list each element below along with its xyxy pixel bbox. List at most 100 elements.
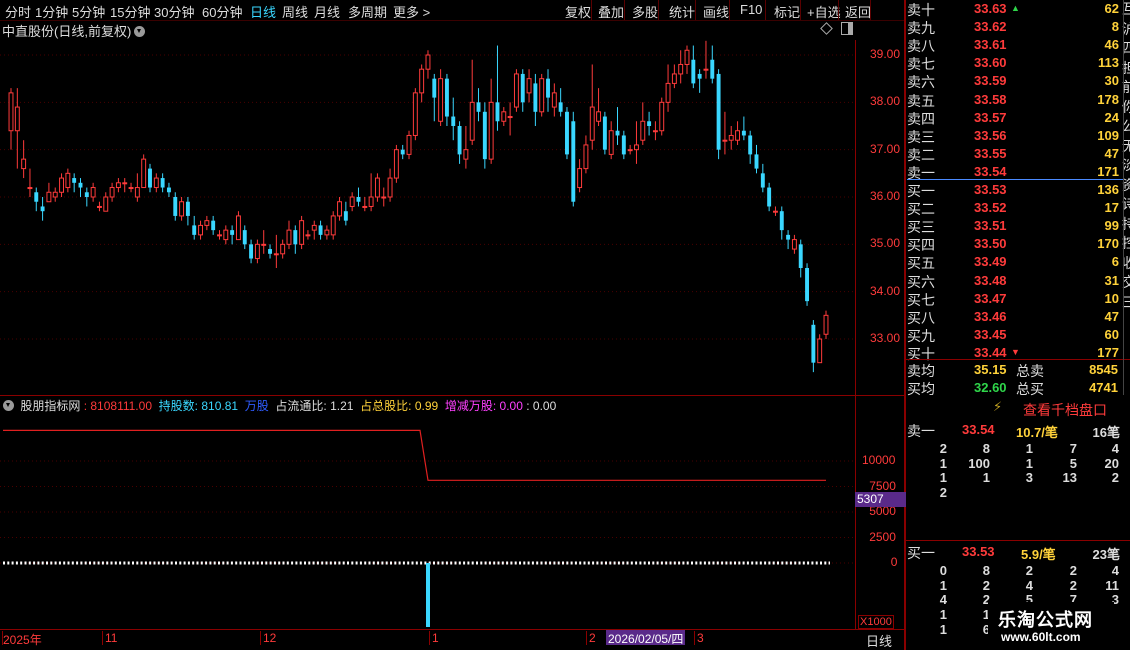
- orderbook-price: 33.54: [974, 163, 1007, 179]
- queue-order-size: 4: [1111, 441, 1119, 456]
- candle-up: [330, 215, 336, 236]
- date-jan: 1: [432, 631, 439, 645]
- period-weekly[interactable]: 周线: [282, 2, 308, 21]
- candle-up: [204, 220, 210, 226]
- indicator-header: 股朋指标网 : 8108111.00 持股数: 810.81 万股 占流通比: …: [0, 397, 556, 414]
- date-mar: 3: [697, 631, 704, 645]
- period-5min[interactable]: 5分钟: [72, 2, 105, 21]
- candle-up: [507, 116, 513, 119]
- btn-f10[interactable]: F10: [740, 2, 762, 17]
- chart-title[interactable]: 中直股份(日线,前复权): [2, 21, 146, 40]
- orderbook-buy-row[interactable]: 买四 33.50 170: [907, 235, 1123, 253]
- period-fenshi[interactable]: 分时: [5, 2, 31, 21]
- orderbook-buy-row[interactable]: 买五 33.49 6: [907, 253, 1123, 271]
- period-multi[interactable]: 多周期: [348, 2, 387, 21]
- orderbook-level-label: 卖二: [907, 146, 935, 163]
- diamond-icon[interactable]: [820, 22, 833, 35]
- orderbook-buy-row[interactable]: 买二 33.52 17: [907, 199, 1123, 217]
- period-15min[interactable]: 15分钟: [110, 2, 150, 21]
- period-more[interactable]: 更多 >: [393, 2, 430, 21]
- candle-up: [349, 196, 355, 207]
- queue-order-size: 3: [1025, 470, 1033, 486]
- candle-down: [805, 268, 810, 302]
- candle-down: [495, 102, 500, 122]
- orderbook-sell-row[interactable]: 卖九 33.62 8: [907, 18, 1123, 36]
- orderbook-buy-row[interactable]: 买一 33.53 136: [907, 181, 1123, 199]
- btn-huaxian[interactable]: 画线: [703, 2, 729, 21]
- period-60min[interactable]: 60分钟: [202, 2, 242, 21]
- indicator-chart[interactable]: [0, 414, 855, 629]
- orderbook-sell-row[interactable]: 卖四 33.57 24: [907, 109, 1123, 127]
- candle-up: [223, 229, 229, 241]
- candle-up: [280, 243, 286, 255]
- window-toggle-icon[interactable]: [841, 22, 853, 35]
- queue-order-size: 1: [939, 607, 947, 623]
- kline-chart[interactable]: [0, 40, 855, 395]
- orderbook-sell-row[interactable]: 卖十 33.63 62 ▲: [907, 0, 1123, 18]
- btn-biaoji[interactable]: 标记: [774, 2, 800, 21]
- btn-diejia[interactable]: 叠加: [598, 2, 624, 21]
- orderbook-buy-row[interactable]: 买七 33.47 10: [907, 290, 1123, 308]
- period-30min[interactable]: 30分钟: [154, 2, 194, 21]
- queue-order-size: 2: [939, 441, 947, 456]
- orderbook-sell-row[interactable]: 卖三 33.56 109: [907, 127, 1123, 145]
- candle-up: [337, 201, 342, 217]
- orderbook-buy-row[interactable]: 买九 33.45 60: [907, 326, 1123, 344]
- btn-tongji[interactable]: 统计: [669, 2, 695, 21]
- total-ratio-value: 0.99: [414, 399, 439, 413]
- orderbook-volume: 60: [1104, 326, 1119, 342]
- orderbook-volume: 62: [1104, 1, 1119, 16]
- candle-up: [128, 187, 134, 190]
- queue-sell-per: 10.7/笔: [1016, 425, 1058, 440]
- orderbook-level-label: 卖四: [907, 110, 935, 127]
- change-value: 0.00: [499, 399, 523, 413]
- candle-down: [72, 178, 77, 183]
- candle-down: [400, 149, 405, 155]
- btn-add-favorite[interactable]: +自选: [807, 2, 841, 21]
- candle-up: [817, 338, 823, 364]
- candle-up: [596, 111, 602, 122]
- orderbook-level-label: 买六: [907, 273, 935, 290]
- orderbook-volume: 171: [1097, 163, 1119, 179]
- orderbook-buy-row[interactable]: 买八 33.46 47: [907, 308, 1123, 326]
- candle-down: [520, 73, 525, 103]
- candle-up: [551, 92, 557, 108]
- total-sell-label: 总卖: [1016, 363, 1044, 379]
- candle-up: [96, 205, 102, 208]
- candle-up: [153, 177, 159, 189]
- candle-up: [374, 177, 380, 198]
- candle-down: [786, 234, 791, 240]
- orderbook-sell-row[interactable]: 卖二 33.55 47: [907, 145, 1123, 163]
- orderbook-buy-row[interactable]: 买六 33.48 31: [907, 272, 1123, 290]
- orderbook-volume: 24: [1104, 109, 1119, 125]
- queue-order-size: 2: [1069, 577, 1077, 593]
- view-level2-button[interactable]: ⚡ 查看千档盘口: [905, 397, 1130, 419]
- candle-down: [432, 78, 437, 98]
- orderbook-sell-row[interactable]: 卖七 33.60 113: [907, 54, 1123, 72]
- orderbook-sell-row[interactable]: 卖八 33.61 46: [907, 36, 1123, 54]
- indicator-name[interactable]: 股朋指标网: [20, 399, 80, 413]
- price-axis-label: 37.00: [870, 141, 901, 156]
- cursor-date-badge: 2026/02/05/四: [606, 630, 686, 646]
- period-label[interactable]: 日线: [866, 631, 892, 650]
- candle-down: [148, 168, 152, 188]
- float-ratio-value: 1.21: [330, 399, 354, 413]
- period-1min[interactable]: 1分钟: [35, 2, 68, 21]
- orderbook-buy-row[interactable]: 买三 33.51 99: [907, 217, 1123, 235]
- period-monthly[interactable]: 月线: [314, 2, 340, 21]
- lightning-icon: ⚡: [993, 399, 1003, 414]
- orderbook-sell-row[interactable]: 卖六 33.59 30: [907, 72, 1123, 90]
- btn-duogu[interactable]: 多股: [632, 2, 658, 21]
- queue-order-size: 2: [1069, 563, 1077, 578]
- indicator-menu-icon[interactable]: [3, 400, 14, 411]
- candle-up: [703, 68, 709, 71]
- candle-down: [249, 244, 254, 259]
- period-daily[interactable]: 日线: [250, 2, 276, 21]
- orderbook-price: 33.47: [974, 290, 1007, 306]
- orderbook-volume: 109: [1097, 127, 1119, 143]
- candle-down: [40, 206, 45, 212]
- orderbook-sell-row[interactable]: 卖五 33.58 178: [907, 91, 1123, 109]
- btn-fuquan[interactable]: 复权: [565, 2, 591, 21]
- chevron-down-icon[interactable]: [134, 26, 146, 37]
- btn-back[interactable]: 返回: [845, 2, 871, 21]
